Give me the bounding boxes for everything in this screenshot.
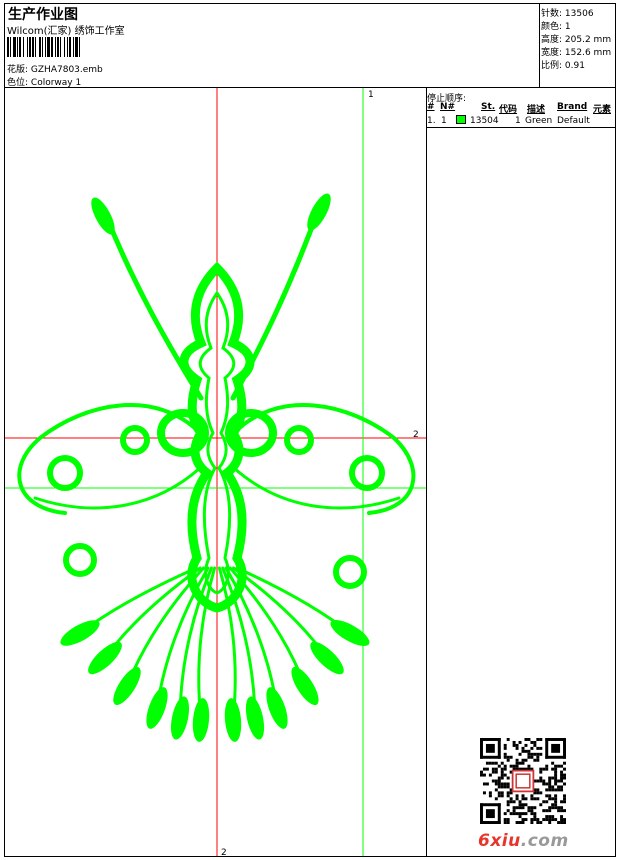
page-title: 生产作业图 [8, 7, 78, 23]
stat-stitches: 针数: 13506 [541, 6, 594, 19]
plume-tip [146, 687, 168, 729]
col-needle: N# [440, 102, 456, 112]
thread-color-swatch [456, 115, 466, 124]
left-antenna-tip [91, 197, 115, 235]
plume-tip [330, 620, 370, 646]
stat-scale-value: 0.91 [564, 61, 585, 71]
row-stitches: 13504 [470, 116, 499, 126]
stat-stitches-value: 13506 [564, 9, 594, 19]
panel-divider [426, 88, 427, 857]
left-spiral-2 [47, 455, 83, 491]
right-spiral-3 [333, 555, 367, 589]
plume-tip [113, 667, 141, 705]
stat-width-value: 152.6 mm [564, 48, 612, 58]
feather-plumes [60, 566, 370, 742]
design-name-row: 花版: GZHA7803.emb [7, 62, 103, 75]
row-description: Green [525, 116, 553, 126]
right-antenna-tip [307, 193, 331, 231]
row-num: 1. [427, 116, 436, 126]
colorway-row: 色位: Colorway 1 [7, 75, 81, 88]
barcode-icon [7, 37, 80, 57]
software-subtitle: Wilcom(汇家) 绣饰工作室 [7, 26, 125, 37]
plume-tip [170, 696, 190, 740]
colorway-value: Colorway 1 [30, 78, 82, 88]
plume-tip [224, 698, 242, 742]
design-canvas[interactable]: 1 2 2 [5, 88, 426, 856]
row-needle: 1 [441, 116, 447, 126]
right-wing-arc [232, 403, 416, 515]
stat-height-label: 高度: [541, 35, 563, 45]
plume-tip [192, 698, 210, 742]
watermark-logo: 6xiu.com [478, 831, 569, 851]
col-element: 元素 [593, 105, 612, 115]
watermark-suffix: .com [520, 831, 569, 851]
left-spiral-1 [120, 425, 150, 455]
watermark-main: 6xiu [478, 831, 521, 851]
colorway-label: 色位: [7, 78, 29, 88]
plume-tip [291, 666, 319, 706]
plume-tip [310, 641, 344, 675]
plume-tip [88, 641, 122, 675]
stat-colors-label: 颜色: [541, 22, 563, 32]
stat-colors: 颜色: 1 [541, 19, 571, 32]
plume-tip [245, 696, 265, 740]
stat-width: 宽度: 152.6 mm [541, 45, 611, 58]
design-label: 花版: [7, 65, 29, 75]
stat-height: 高度: 205.2 mm [541, 32, 611, 45]
row-brand: Default [557, 116, 590, 126]
stat-colors-value: 1 [564, 22, 571, 32]
qr-code-icon [480, 738, 566, 824]
left-spiral-3 [63, 543, 97, 577]
left-wing-arc [17, 403, 202, 515]
col-code: 代码 [499, 105, 518, 115]
col-hash: # [427, 102, 435, 112]
embroidery-design [17, 193, 416, 742]
stat-width-label: 宽度: [541, 48, 563, 58]
marker-top-green: 1 [368, 90, 374, 100]
marker-right-red: 2 [413, 430, 419, 440]
col-description: 描述 [527, 105, 546, 115]
design-value: GZHA7803.emb [30, 65, 103, 75]
marker-bottom-red: 2 [221, 848, 227, 856]
row-code: 1 [515, 116, 521, 126]
stats-divider [539, 3, 540, 88]
col-stitches: St. [481, 102, 496, 112]
plume-tip [60, 620, 100, 646]
left-antenna [102, 210, 204, 401]
col-brand: Brand [557, 102, 588, 112]
plume-tip [266, 687, 288, 729]
stat-stitches-label: 针数: [541, 9, 563, 19]
right-spiral-1 [284, 425, 314, 455]
right-spiral-2 [349, 455, 385, 491]
stat-height-value: 205.2 mm [564, 35, 612, 45]
stat-scale-label: 比例: [541, 61, 563, 71]
panel-row-divider [426, 127, 616, 128]
stat-scale: 比例: 0.91 [541, 58, 585, 71]
right-antenna [230, 205, 322, 401]
